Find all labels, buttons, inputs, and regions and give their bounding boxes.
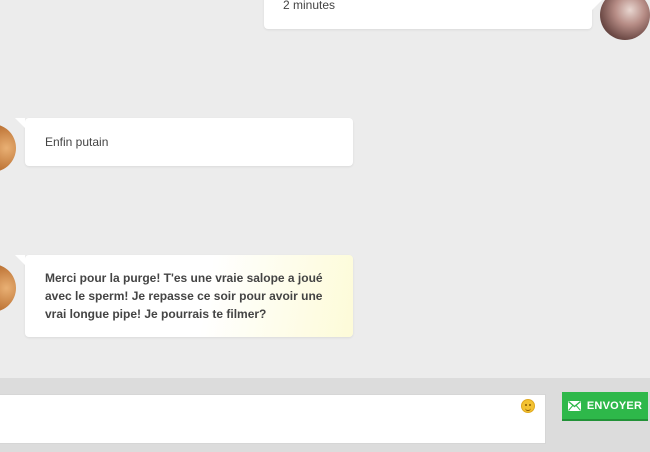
send-button[interactable]: ENVOYER	[562, 392, 648, 421]
message-bubble-outgoing: 2 minutes	[264, 0, 602, 29]
message-text: Enfin putain	[45, 135, 109, 149]
message-text: Merci pour la purge! T'es une vraie salo…	[45, 271, 323, 321]
emoji-smiley-icon[interactable]	[521, 399, 535, 413]
message-bubble-incoming-new: Merci pour la purge! T'es une vraie salo…	[15, 255, 353, 337]
message-text: 2 minutes	[283, 0, 336, 12]
avatar-contact[interactable]	[0, 264, 16, 312]
message-input[interactable]	[0, 394, 546, 444]
bubble-tail	[15, 118, 25, 128]
bubble-tail	[15, 255, 25, 265]
avatar-me[interactable]	[600, 0, 650, 40]
message-bubble-incoming: Enfin putain	[15, 118, 353, 166]
chat-thread: 2 minutes Enfin putain Merci pour la pur…	[0, 0, 650, 378]
send-button-label: ENVOYER	[586, 399, 643, 412]
avatar-contact[interactable]	[0, 124, 16, 172]
envelope-icon	[567, 400, 581, 411]
